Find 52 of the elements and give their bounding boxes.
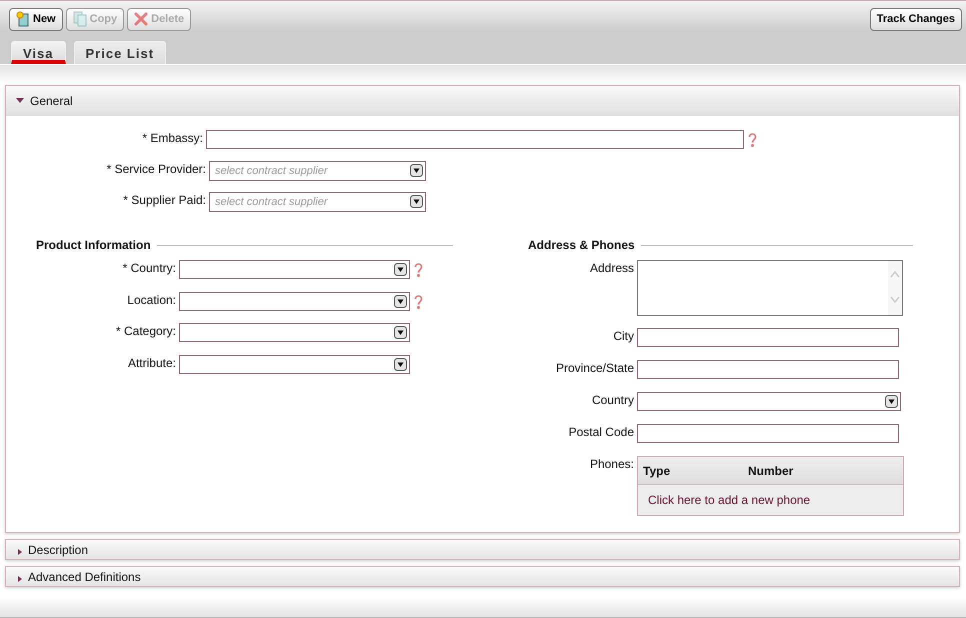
dropdown-icon [394, 358, 407, 370]
field-label: Country [590, 392, 635, 407]
input-field[interactable] [637, 328, 899, 347]
delete-icon [134, 12, 148, 26]
tab[interactable]: Price List [74, 41, 166, 64]
text-area[interactable] [637, 260, 903, 316]
dropdown-icon [885, 395, 898, 408]
track-changes-button[interactable]: Track Changes [870, 8, 962, 30]
section-title: Advanced Definitions [28, 570, 141, 584]
dropdown-field[interactable] [179, 260, 410, 279]
field-label: Location: [126, 292, 177, 306]
field-label: Postal Code [568, 424, 635, 439]
dropdown-field[interactable] [637, 392, 901, 411]
field-label: Address [588, 260, 635, 275]
dropdown-field[interactable] [179, 354, 410, 374]
input-field[interactable] [206, 130, 744, 149]
document-icon [16, 11, 30, 27]
help-icon[interactable] [414, 294, 423, 310]
field-label: Province/State [554, 360, 635, 375]
dropdown-field[interactable] [179, 323, 410, 342]
field-label: Attribute: [126, 354, 177, 370]
section-title: Description [28, 542, 88, 556]
dropdown-icon [394, 326, 407, 339]
field-label: * Category: [114, 323, 177, 338]
field-label: City [612, 328, 635, 343]
field-label: Phones: [588, 456, 635, 471]
help-icon[interactable] [748, 132, 757, 148]
section-header[interactable]: Description [5, 539, 960, 560]
dropdown-icon [410, 195, 423, 208]
input-field[interactable] [637, 360, 899, 379]
scrollbar [888, 261, 902, 315]
toolbar-button[interactable]: New [9, 8, 63, 30]
input-field[interactable] [637, 424, 899, 443]
help-icon[interactable] [414, 262, 423, 278]
field-label: * Country: [122, 260, 177, 275]
section-title: General [30, 94, 73, 108]
section-header[interactable]: General [6, 86, 959, 116]
field-label: * Embassy: [141, 130, 204, 145]
group-title: Address & Phones [528, 238, 635, 252]
section-header[interactable]: Advanced Definitions [5, 566, 960, 587]
column-header: Type [642, 464, 672, 478]
group-title: Product Information [36, 238, 151, 252]
tab[interactable]: Visa [11, 41, 66, 64]
dropdown-icon [394, 294, 407, 308]
dropdown-field[interactable] [179, 292, 410, 310]
add-phone-link[interactable]: Click here to add a new phone [648, 493, 810, 507]
field-label: * Supplier Paid: [122, 192, 207, 207]
dropdown-icon [394, 263, 407, 276]
field-label: * Service Provider: [106, 161, 207, 176]
column-header: Number [748, 464, 794, 478]
copy-icon [72, 11, 87, 27]
dropdown-icon [410, 164, 423, 177]
